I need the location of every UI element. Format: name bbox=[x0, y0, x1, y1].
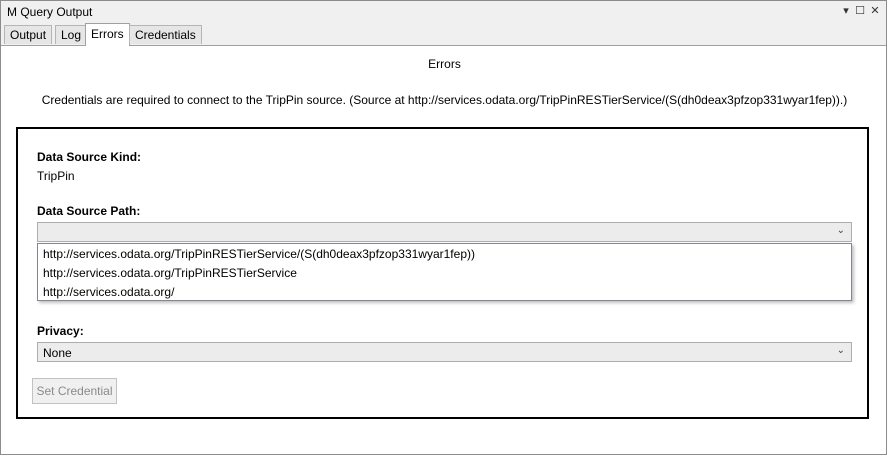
window-menu-dropdown-icon[interactable]: ▾ bbox=[839, 4, 853, 18]
maximize-icon[interactable]: ☐ bbox=[853, 4, 867, 18]
set-credential-button[interactable]: Set Credential bbox=[32, 378, 117, 404]
path-option[interactable]: http://services.odata.org/TripPinRESTier… bbox=[43, 264, 297, 282]
close-icon[interactable]: ✕ bbox=[868, 4, 882, 18]
data-source-path-combobox[interactable]: ⌄ bbox=[37, 222, 852, 242]
chevron-down-icon[interactable]: ⌄ bbox=[837, 225, 845, 236]
error-message: Credentials are required to connect to t… bbox=[41, 93, 848, 107]
window-title: M Query Output bbox=[7, 5, 93, 19]
tab-log[interactable]: Log bbox=[55, 25, 88, 44]
m-query-output-window: M Query Output ▾ ☐ ✕ Output Log Errors C… bbox=[0, 0, 887, 455]
tab-output[interactable]: Output bbox=[4, 25, 53, 44]
path-option[interactable]: http://services.odata.org/TripPinRESTier… bbox=[43, 245, 475, 263]
tab-strip: Output Log Errors Credentials bbox=[1, 23, 886, 46]
path-option[interactable]: http://services.odata.org/ bbox=[43, 283, 174, 301]
tab-errors[interactable]: Errors bbox=[85, 23, 130, 46]
title-bar: M Query Output ▾ ☐ ✕ bbox=[1, 1, 886, 24]
data-source-kind-value: TripPin bbox=[37, 169, 75, 183]
data-source-path-dropdown-list: http://services.odata.org/TripPinRESTier… bbox=[37, 243, 852, 301]
privacy-label: Privacy: bbox=[37, 324, 84, 338]
privacy-combobox[interactable]: None ⌄ bbox=[37, 342, 852, 362]
tab-credentials[interactable]: Credentials bbox=[129, 25, 202, 44]
privacy-value: None bbox=[43, 346, 72, 360]
chevron-down-icon[interactable]: ⌄ bbox=[837, 345, 845, 356]
data-source-kind-label: Data Source Kind: bbox=[37, 150, 142, 164]
data-source-path-label: Data Source Path: bbox=[37, 204, 141, 218]
errors-heading: Errors bbox=[428, 57, 461, 71]
